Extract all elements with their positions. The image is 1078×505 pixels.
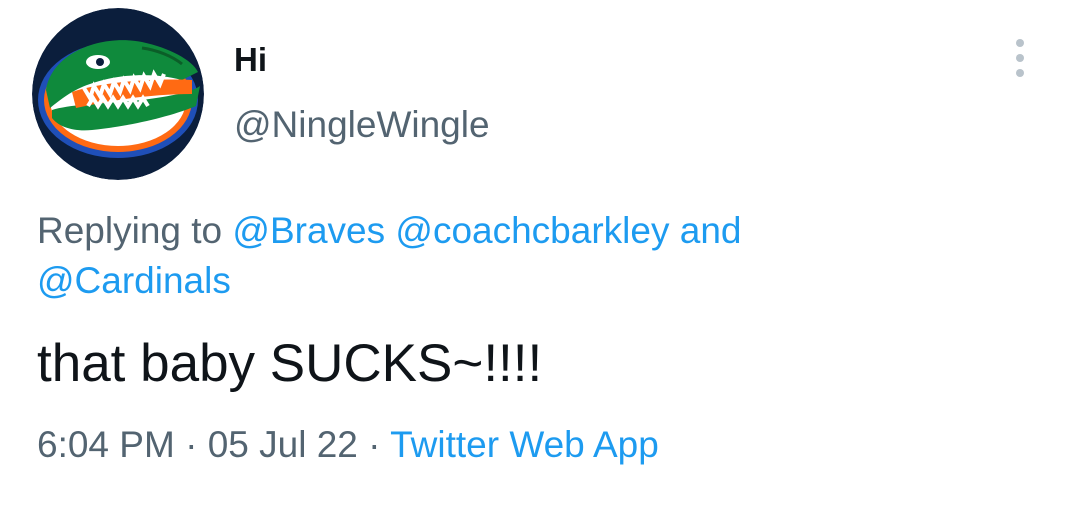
florida-gator-logo-icon [32, 8, 204, 180]
tweet-date[interactable]: 05 Jul 22 [208, 424, 358, 465]
meta-separator: · [368, 424, 381, 465]
tweet-source-link[interactable]: Twitter Web App [390, 424, 659, 465]
mention-link[interactable]: @Braves [232, 210, 385, 251]
reply-context: Replying to @Braves @coachcbarkley and @… [37, 206, 997, 306]
mention-link[interactable]: @coachcbarkley [395, 210, 669, 251]
tweet-time[interactable]: 6:04 PM [37, 424, 175, 465]
user-handle[interactable]: @NingleWingle [234, 102, 490, 148]
display-name[interactable]: Hi [234, 40, 267, 80]
mention-link[interactable]: @Cardinals [37, 260, 231, 301]
tweet-meta: 6:04 PM · 05 Jul 22 · Twitter Web App [37, 420, 659, 470]
reply-prefix: Replying to [37, 210, 223, 251]
tweet-text: that baby SUCKS~!!!! [37, 334, 543, 393]
avatar[interactable] [32, 8, 204, 180]
more-options-button[interactable] [1004, 34, 1036, 82]
reply-conjunction[interactable]: and [680, 210, 742, 251]
more-vertical-icon [1016, 39, 1024, 77]
meta-separator: · [185, 424, 198, 465]
